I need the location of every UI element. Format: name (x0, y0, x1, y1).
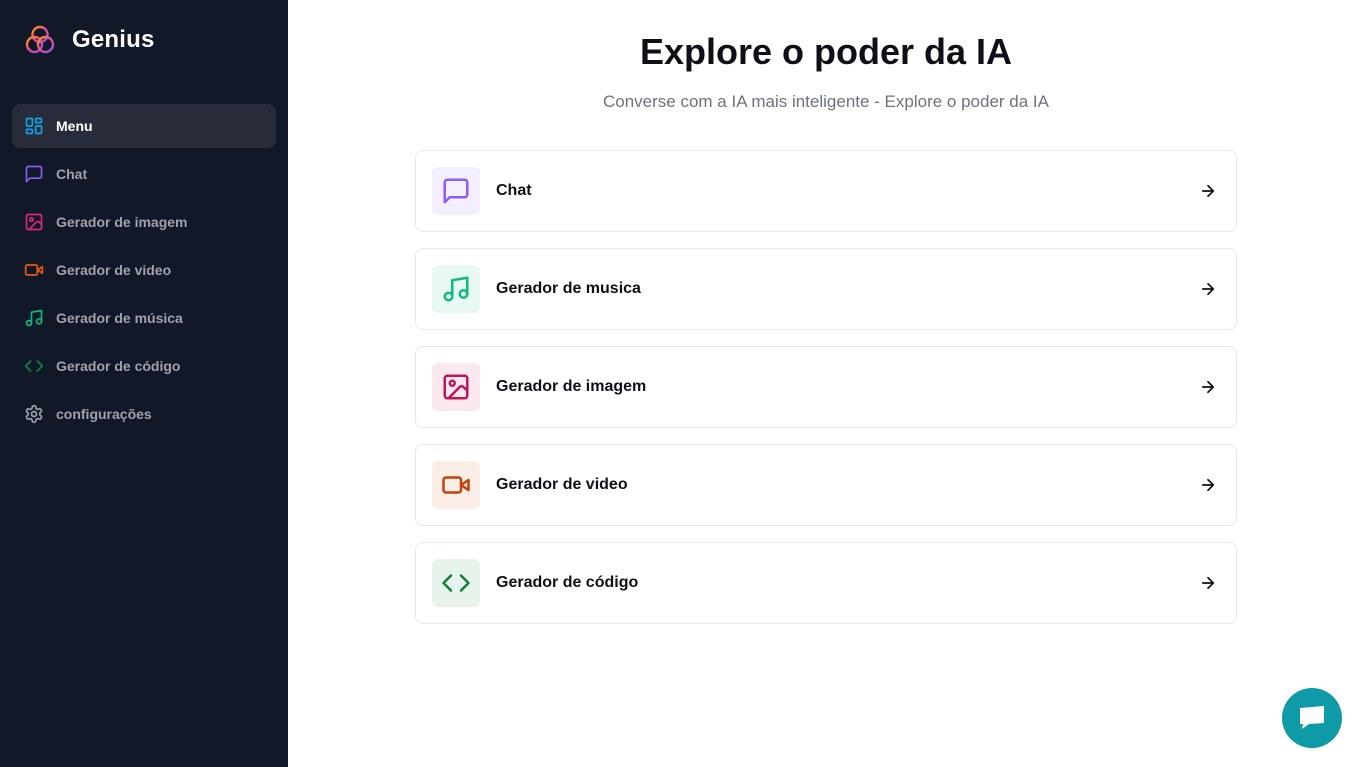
app-root: Genius Menu Chat Gerador de imagem Gerad… (0, 0, 1364, 767)
dashboard-icon (24, 116, 44, 136)
sidebar-item-chat[interactable]: Chat (12, 152, 276, 196)
tool-card-image[interactable]: Gerador de imagem (415, 346, 1237, 428)
arrow-right-icon (1198, 181, 1218, 201)
video-icon (24, 260, 44, 280)
chat-icon (432, 167, 480, 215)
sidebar-item-label: Gerador de imagem (56, 214, 188, 230)
video-icon (432, 461, 480, 509)
tool-card-label: Gerador de código (496, 574, 639, 591)
sidebar-item-music-generator[interactable]: Gerador de música (12, 296, 276, 340)
sidebar: Genius Menu Chat Gerador de imagem Gerad… (0, 0, 288, 767)
sidebar-item-label: Chat (56, 166, 88, 182)
tool-cards: Chat Gerador de musica Gerador de imagem… (415, 150, 1237, 624)
arrow-right-icon (1198, 377, 1218, 397)
tool-card-video[interactable]: Gerador de video (415, 444, 1237, 526)
sidebar-item-code-generator[interactable]: Gerador de código (12, 344, 276, 388)
page-title: Explore o poder da IA (639, 31, 1013, 72)
sidebar-item-label: Gerador de código (56, 358, 181, 374)
brand[interactable]: Genius (12, 24, 276, 56)
genius-logo-icon (25, 25, 55, 54)
tool-card-code[interactable]: Gerador de código (415, 542, 1237, 624)
arrow-right-icon (1198, 573, 1218, 593)
image-icon (432, 363, 480, 411)
tool-card-label: Chat (496, 182, 532, 199)
tool-card-music[interactable]: Gerador de musica (415, 248, 1237, 330)
hero: Explore o poder da IA Converse com a IA … (288, 0, 1364, 114)
arrow-right-icon (1198, 475, 1218, 495)
sidebar-nav: Menu Chat Gerador de imagem Gerador de v… (12, 104, 276, 436)
support-chat-button[interactable] (1282, 688, 1342, 748)
chat-bubble-icon (1300, 706, 1324, 729)
sidebar-item-label: Gerador de música (56, 310, 183, 326)
arrow-right-icon (1198, 279, 1218, 299)
sidebar-item-label: Menu (56, 118, 93, 134)
image-icon (24, 212, 44, 232)
tool-card-chat[interactable]: Chat (415, 150, 1237, 232)
sidebar-item-menu[interactable]: Menu (12, 104, 276, 148)
tool-card-label: Gerador de imagem (496, 378, 647, 395)
sidebar-item-label: configurações (56, 406, 152, 422)
tool-card-label: Gerador de musica (496, 280, 641, 297)
settings-icon (24, 404, 44, 424)
brand-name: Genius (72, 26, 155, 53)
page-subtitle: Converse com a IA mais inteligente - Exp… (602, 92, 1049, 111)
sidebar-item-label: Gerador de video (56, 262, 172, 278)
chat-icon (24, 164, 44, 184)
sidebar-item-settings[interactable]: configurações (12, 392, 276, 436)
sidebar-item-video-generator[interactable]: Gerador de video (12, 248, 276, 292)
sidebar-item-image-generator[interactable]: Gerador de imagem (12, 200, 276, 244)
music-icon (432, 265, 480, 313)
main-content: Explore o poder da IA Converse com a IA … (288, 0, 1364, 767)
music-icon (24, 308, 44, 328)
code-icon (432, 559, 480, 607)
tool-card-label: Gerador de video (496, 476, 628, 493)
code-icon (24, 356, 44, 376)
